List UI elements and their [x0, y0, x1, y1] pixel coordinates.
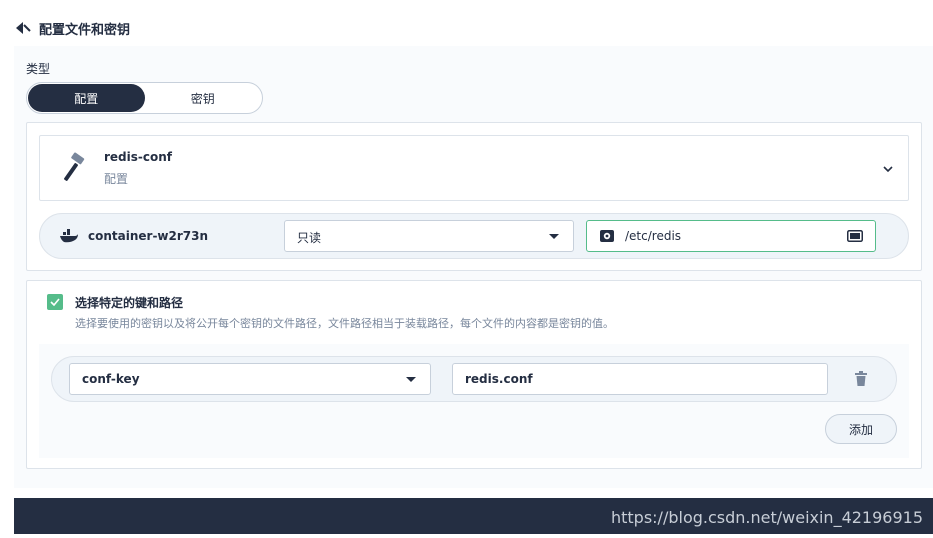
specific-keys-description: 选择要使用的密钥以及将公开每个密钥的文件路径，文件路径相当于装载路径，每个文件的… [75, 317, 614, 330]
key-value: conf-key [82, 372, 140, 386]
mount-path-input[interactable] [625, 225, 835, 247]
type-switch: 配置 密钥 [26, 82, 263, 114]
specific-keys-title: 选择特定的键和路径 [75, 296, 184, 310]
disk-icon [599, 229, 615, 243]
trash-icon[interactable] [854, 371, 868, 387]
key-path-area: conf-key 添加 [39, 344, 909, 458]
add-button[interactable]: 添加 [825, 414, 897, 444]
caret-down-icon [406, 377, 416, 382]
docker-icon [60, 229, 78, 243]
key-path-row: conf-key [51, 356, 897, 402]
hammer-icon [58, 152, 90, 184]
mount-row: container-w2r73n 只读 [39, 213, 909, 259]
config-panel: 类型 配置 密钥 redis-conf 配置 container-w2r73n … [14, 46, 933, 488]
config-name: redis-conf [104, 150, 173, 164]
container-name: container-w2r73n [88, 229, 209, 243]
access-mode-value: 只读 [297, 231, 322, 245]
config-type: 配置 [104, 172, 129, 186]
back-arrow-icon[interactable] [15, 21, 33, 35]
footer-bar: https://blog.csdn.net/weixin_42196915 [14, 498, 933, 534]
chevron-down-icon[interactable] [882, 163, 894, 175]
type-option-secret[interactable]: 密钥 [145, 84, 262, 112]
type-label: 类型 [26, 62, 51, 76]
page-title: 配置文件和密钥 [39, 22, 131, 38]
type-option-config[interactable]: 配置 [28, 84, 145, 112]
page-header: 配置文件和密钥 [15, 18, 130, 38]
mount-path-field [586, 220, 876, 252]
caret-down-icon [549, 234, 559, 239]
key-select[interactable]: conf-key [69, 363, 431, 395]
check-icon [50, 298, 60, 306]
access-mode-select[interactable]: 只读 [284, 220, 574, 252]
volume-card: redis-conf 配置 container-w2r73n 只读 [26, 122, 922, 271]
specific-keys-checkbox[interactable] [47, 294, 63, 310]
config-source-select[interactable]: redis-conf 配置 [39, 135, 909, 201]
terminal-icon[interactable] [847, 230, 863, 242]
key-path-input[interactable] [452, 363, 828, 395]
watermark-text: https://blog.csdn.net/weixin_42196915 [610, 508, 923, 527]
keys-card: 选择特定的键和路径 选择要使用的密钥以及将公开每个密钥的文件路径，文件路径相当于… [26, 280, 922, 469]
